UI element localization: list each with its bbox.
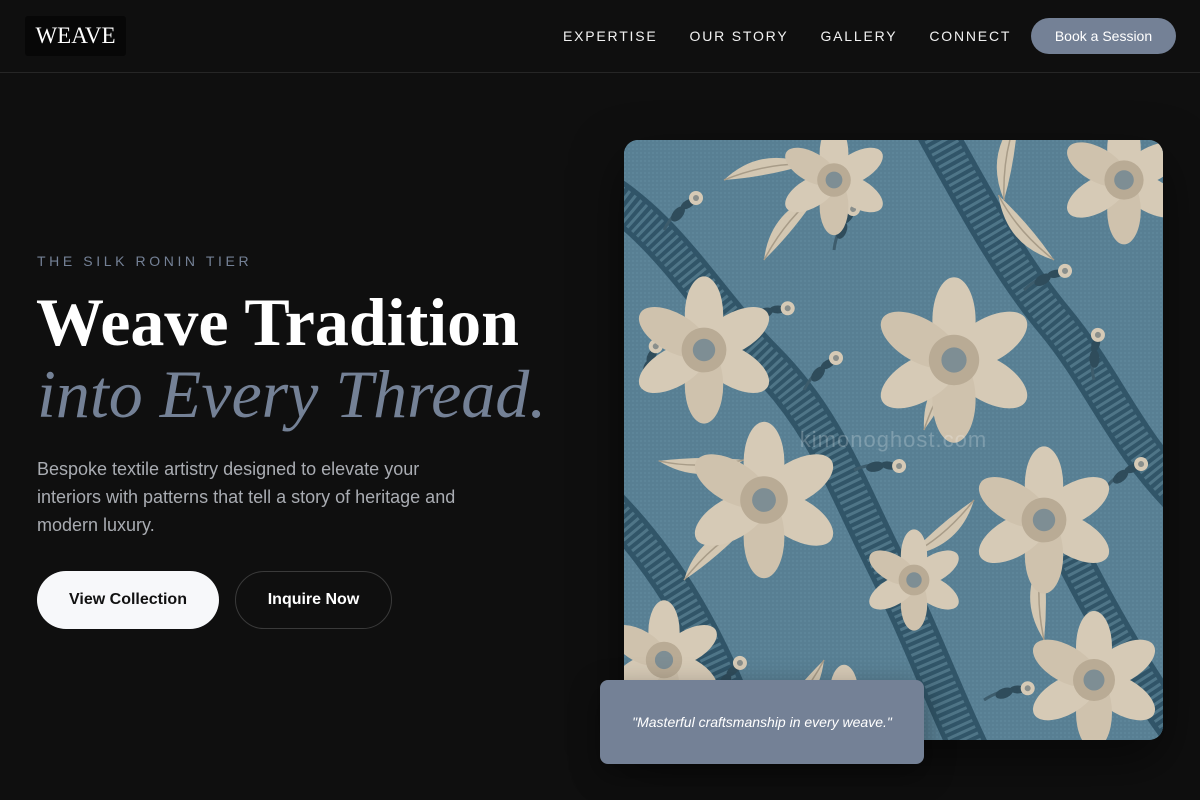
nav-links: EXPERTISE OUR STORY GALLERY CONNECT xyxy=(547,0,1027,72)
fabric-image: kimonoghost.com xyxy=(624,140,1163,740)
hero-headline: Weave Tradition xyxy=(36,284,519,360)
book-session-button[interactable]: Book a Session xyxy=(1031,18,1176,54)
hero-headline-italic: into Every Thread. xyxy=(37,356,547,432)
image-watermark: kimonoghost.com xyxy=(799,427,988,452)
testimonial-quote: "Masterful craftsmanship in every weave.… xyxy=(632,714,892,730)
top-navigation: WEAVE EXPERTISE OUR STORY GALLERY CONNEC… xyxy=(0,0,1200,73)
nav-link-our-story[interactable]: OUR STORY xyxy=(690,28,789,44)
hero-eyebrow: THE SILK RONIN TIER xyxy=(37,253,253,269)
hero-description: Bespoke textile artistry designed to ele… xyxy=(37,459,456,535)
testimonial-card: "Masterful craftsmanship in every weave.… xyxy=(600,680,924,764)
nav-link-expertise[interactable]: EXPERTISE xyxy=(563,28,658,44)
nav-link-gallery[interactable]: GALLERY xyxy=(820,28,897,44)
view-collection-button[interactable]: View Collection xyxy=(37,571,219,629)
nav-link-connect[interactable]: CONNECT xyxy=(929,28,1011,44)
inquire-now-button[interactable]: Inquire Now xyxy=(235,571,392,629)
logo[interactable]: WEAVE xyxy=(25,16,126,56)
